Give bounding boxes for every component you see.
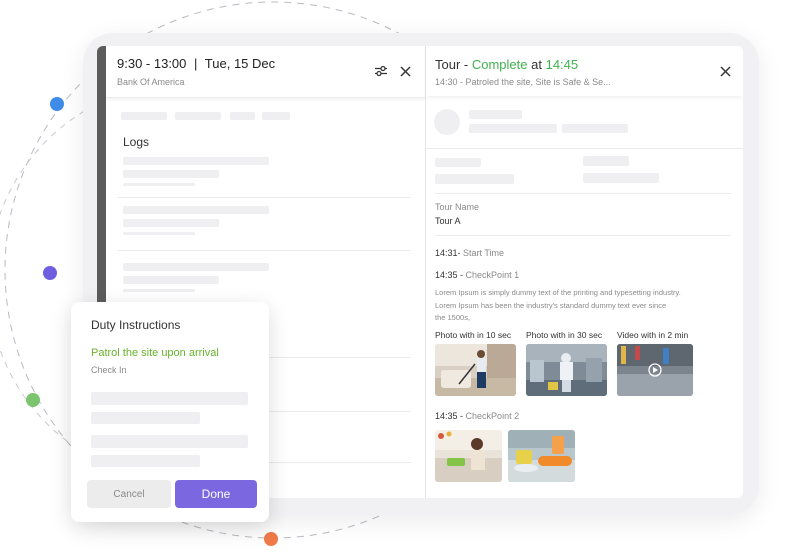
start-time: 14:31- xyxy=(435,248,461,258)
shift-separator: | xyxy=(194,56,198,71)
blue-dot xyxy=(50,97,64,111)
skeleton-line xyxy=(123,170,219,178)
duty-action-sub: Check In xyxy=(91,365,127,375)
purple-dot xyxy=(43,266,57,280)
media-label: Photo with in 10 sec xyxy=(435,330,512,340)
skeleton-line xyxy=(469,110,522,119)
tour-complete-time: 14:45 xyxy=(545,57,579,72)
skeleton-line xyxy=(435,158,481,167)
done-button[interactable]: Done xyxy=(175,480,257,508)
tour-panel: Tour - Complete at 14:45 14:30 - Patrole… xyxy=(426,46,743,498)
log-divider xyxy=(117,197,411,198)
checkpoint2-label: CheckPoint 2 xyxy=(465,411,520,421)
skeleton-line xyxy=(435,174,514,184)
checkpoint1-description: Lorem Ipsum is simply dummy text of the … xyxy=(435,287,715,325)
skeleton-line xyxy=(91,455,200,467)
media-label: Photo with in 30 sec xyxy=(526,330,603,340)
skeleton-line xyxy=(91,435,248,448)
skeleton-line xyxy=(469,124,557,133)
checkpoint1-time: 14:35 - xyxy=(435,270,464,280)
media-label: Video with in 2 min xyxy=(617,330,689,340)
skeleton-avatar xyxy=(434,109,460,135)
skeleton-line xyxy=(123,219,219,227)
skeleton-line xyxy=(91,412,200,424)
tour-at: at xyxy=(531,57,542,72)
shift-time-range: 9:30 - 13:00 xyxy=(117,56,187,71)
shift-site: Bank Of America xyxy=(117,77,185,87)
duty-card-title: Duty Instructions xyxy=(91,318,181,332)
section-divider xyxy=(426,148,743,149)
skeleton-line xyxy=(583,156,629,166)
close-icon[interactable] xyxy=(397,63,413,79)
skeleton-line xyxy=(123,263,269,271)
checkpoint2-time: 14:35 - xyxy=(435,411,464,421)
tour-subtitle: 14:30 - Patroled the site, Site is Safe … xyxy=(435,77,611,87)
skeleton-line xyxy=(562,124,628,133)
sliders-icon[interactable] xyxy=(373,63,389,79)
skeleton-line xyxy=(123,276,219,284)
lorem-line: the 1500s, xyxy=(435,313,471,322)
skeleton-tab xyxy=(230,112,255,120)
skeleton-line xyxy=(123,232,195,235)
log-divider xyxy=(117,250,411,251)
skeleton-line xyxy=(123,289,195,292)
photo-thumbnail[interactable] xyxy=(508,430,575,482)
tour-header: Tour - Complete at 14:45 14:30 - Patrole… xyxy=(426,46,743,96)
start-time-row: 14:31- Start Time xyxy=(435,248,504,258)
shift-date: Tue, 15 Dec xyxy=(204,56,276,71)
start-time-label: Start Time xyxy=(463,248,505,258)
photo-thumbnail[interactable] xyxy=(526,344,607,396)
section-divider xyxy=(435,193,731,194)
checkpoint1-label: CheckPoint 1 xyxy=(465,270,520,280)
logs-title: Logs xyxy=(123,135,150,149)
photo-thumbnail[interactable] xyxy=(435,430,502,482)
tour-title: Tour - Complete at 14:45 xyxy=(435,57,578,72)
skeleton-line xyxy=(123,206,269,214)
green-dot xyxy=(26,393,40,407)
duty-instructions-card: Duty Instructions Patrol the site upon a… xyxy=(71,302,269,522)
skeleton-tab xyxy=(175,112,221,120)
tour-title-prefix: Tour - xyxy=(435,57,469,72)
checkpoint2-row: 14:35 - CheckPoint 2 xyxy=(435,411,519,421)
skeleton-tab xyxy=(262,112,290,120)
skeleton-line xyxy=(123,157,269,165)
skeleton-line xyxy=(91,392,248,405)
tour-name-value: Tour A xyxy=(435,216,461,226)
orange-dot xyxy=(264,532,278,546)
lorem-line: Lorem Ipsum is simply dummy text of the … xyxy=(435,288,681,297)
shift-header: 9:30 - 13:00 | Tue, 15 Dec Bank Of Ameri… xyxy=(106,46,425,98)
shift-time: 9:30 - 13:00 | Tue, 15 Dec xyxy=(117,56,275,71)
close-icon[interactable] xyxy=(720,64,731,82)
tour-name-label: Tour Name xyxy=(435,202,480,212)
section-divider xyxy=(435,235,731,236)
duty-action: Patrol the site upon arrival xyxy=(91,347,219,359)
skeleton-tab xyxy=(121,112,167,120)
checkpoint1-row: 14:35 - CheckPoint 1 xyxy=(435,270,519,280)
tour-status: Complete xyxy=(471,57,528,72)
skeleton-line xyxy=(123,183,195,186)
photo-thumbnail[interactable] xyxy=(435,344,516,396)
cancel-button[interactable]: Cancel xyxy=(87,480,171,508)
skeleton-line xyxy=(583,173,659,183)
video-thumbnail[interactable] xyxy=(617,344,693,396)
lorem-line: Lorem Ipsum has been the industry's stan… xyxy=(435,300,667,310)
